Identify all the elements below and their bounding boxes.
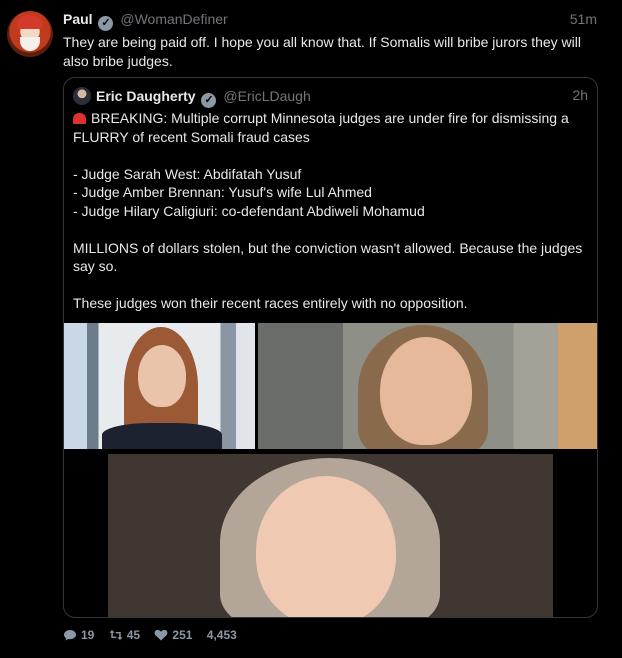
tweet-header: Paul ✓ @WomanDefiner 51m xyxy=(63,11,597,31)
quoted-tweet[interactable]: Eric Daugherty ✓ @EricLDaugh 2h BREAKING… xyxy=(63,77,598,618)
judge-photo-2[interactable] xyxy=(258,323,597,449)
quoted-paragraph: BREAKING: Multiple corrupt Minnesota jud… xyxy=(73,110,569,145)
tweet-actions: 19 45 251 4,453 xyxy=(63,628,248,644)
quoted-tweet-time[interactable]: 2h xyxy=(572,87,588,103)
quoted-paragraph: - Judge Amber Brennan: Yusuf's wife Lul … xyxy=(73,184,372,200)
judge-photo-3[interactable] xyxy=(108,454,553,617)
author-name[interactable]: Paul xyxy=(63,11,93,27)
quoted-paragraph: MILLIONS of dollars stolen, but the conv… xyxy=(73,239,583,275)
retweet-button[interactable]: 45 xyxy=(109,628,140,642)
like-count: 251 xyxy=(172,628,193,642)
tweet-text: They are being paid off. I hope you all … xyxy=(63,34,581,69)
views-count[interactable]: 4,453 xyxy=(207,628,237,642)
reply-icon xyxy=(64,630,76,641)
quoted-tweet-text: BREAKING: Multiple corrupt Minnesota jud… xyxy=(73,109,588,313)
quoted-author-handle[interactable]: @EricLDaugh xyxy=(223,88,310,104)
quoted-tweet-header: Eric Daugherty ✓ @EricLDaugh 2h xyxy=(73,87,588,108)
quoted-paragraph: - Judge Hilary Caligiuri: co-defendant A… xyxy=(73,202,425,219)
quoted-avatar[interactable] xyxy=(73,87,91,105)
verified-badge-icon: ✓ xyxy=(98,16,114,31)
tweet-time[interactable]: 51m xyxy=(570,11,597,27)
like-button[interactable]: 251 xyxy=(154,628,192,642)
retweet-count: 45 xyxy=(126,628,141,642)
reply-count: 19 xyxy=(81,628,95,642)
avatar[interactable] xyxy=(7,11,53,57)
retweet-icon xyxy=(109,630,123,640)
author-handle[interactable]: @WomanDefiner xyxy=(120,11,227,27)
reply-button[interactable]: 19 xyxy=(63,628,94,642)
judge-photo-1[interactable] xyxy=(64,323,255,449)
quoted-paragraph: These judges won their recent races enti… xyxy=(73,295,468,311)
verified-badge-icon: ✓ xyxy=(201,93,217,108)
quoted-author-name[interactable]: Eric Daugherty xyxy=(96,88,196,104)
tweet: Paul ✓ @WomanDefiner 51m They are being … xyxy=(0,0,622,658)
like-icon xyxy=(155,629,168,641)
siren-icon xyxy=(73,113,86,124)
quoted-paragraph: - Judge Sarah West: Abdifatah Yusuf xyxy=(73,165,302,182)
